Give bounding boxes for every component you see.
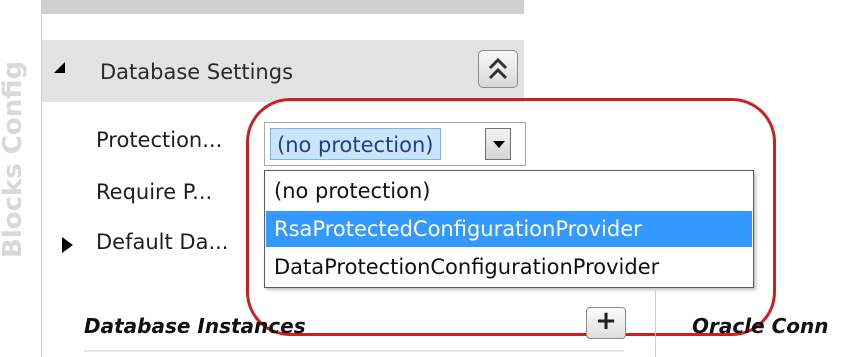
protection-options-list: (no protection) RsaProtectedConfiguratio… [264,170,754,288]
double-chevron-up-icon [488,57,508,80]
expand-default-icon[interactable] [62,237,73,253]
protection-label: Protection... [96,128,223,152]
caret-down-icon [493,141,505,148]
instances-underline [84,350,624,352]
add-instance-button[interactable]: + [586,307,626,339]
option-rsa-provider[interactable]: RsaProtectedConfigurationProvider [266,211,752,247]
collapse-section-button[interactable] [478,50,518,88]
option-dpapi-provider[interactable]: DataProtectionConfigurationProvider [266,249,752,285]
protection-combobox[interactable]: (no protection) [264,122,526,166]
vertical-panel-title: Blocks Config [0,0,38,260]
bottom-column-divider [655,290,656,357]
require-label: Require P... [96,180,213,204]
option-no-protection[interactable]: (no protection) [266,173,752,209]
oracle-connections-title: Oracle Conn [692,314,829,338]
top-scroll-strip [42,0,524,14]
database-settings-header[interactable]: Database Settings [42,40,524,102]
section-expanded-arrow-icon[interactable] [54,62,65,73]
combobox-selected-value[interactable]: (no protection) [270,128,441,160]
vertical-panel-title-text: Blocks Config [0,60,28,258]
section-title: Database Settings [100,60,294,84]
default-database-label: Default Da... [96,230,229,254]
database-instances-title: Database Instances [84,314,306,338]
combobox-dropdown-button[interactable] [485,128,511,160]
